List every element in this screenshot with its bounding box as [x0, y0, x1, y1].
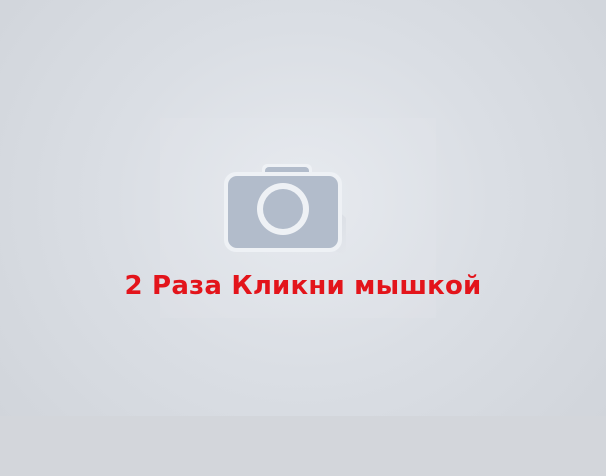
bottom-band — [0, 416, 606, 476]
camera-icon — [224, 164, 346, 254]
instruction-text: 2 Раза Кликни мышкой — [124, 271, 482, 301]
image-placeholder[interactable]: 2 Раза Кликни мышкой — [0, 0, 606, 476]
